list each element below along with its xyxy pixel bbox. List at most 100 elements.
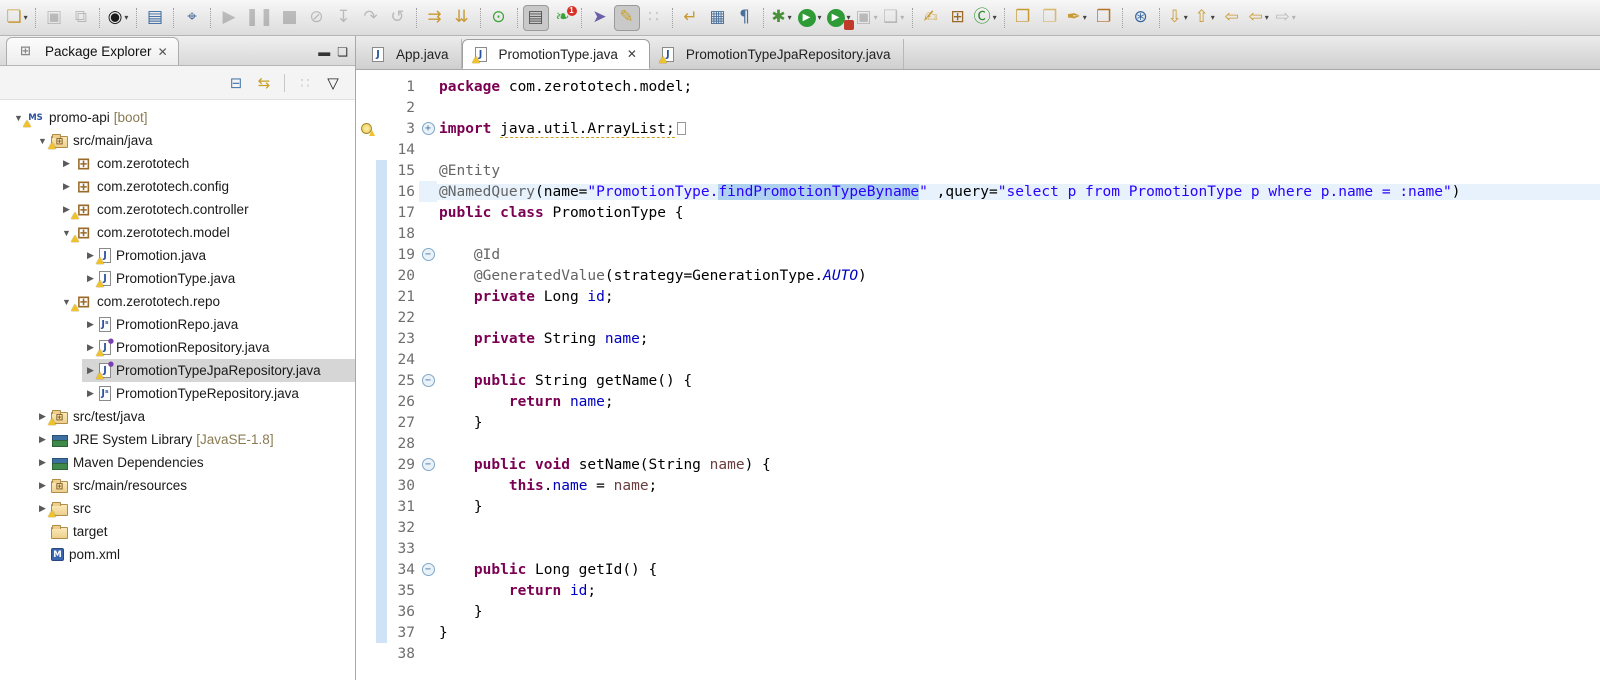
step-into-button[interactable]: ↧ [331, 5, 357, 31]
code-line-28[interactable]: 28 [356, 433, 1600, 454]
tree-item-promotiontypejparepository-java[interactable]: ▶JPromotionTypeJpaRepository.java [0, 359, 355, 382]
tree-item-pom-xml[interactable]: Mpom.xml [0, 543, 355, 566]
code-line-31[interactable]: 31 } [356, 496, 1600, 517]
editor-tab-promotiontype-java[interactable]: J PromotionType.java ✕ [461, 39, 650, 69]
debug-button[interactable]: ✱ ▾ [769, 5, 795, 31]
tree-item-com-zerototech-controller[interactable]: ▶ ⊞ com.zerototech.controller [0, 198, 355, 221]
smart-insert-button[interactable]: ∷ [641, 5, 667, 31]
code-line-25[interactable]: 25− public String getName() { [356, 370, 1600, 391]
code-line-29[interactable]: 29− public void setName(String name) { [356, 454, 1600, 475]
editor-tab-promotiontypejparepository-java[interactable]: J PromotionTypeJpaRepository.java [650, 39, 904, 69]
fold-collapse-icon[interactable]: − [421, 248, 435, 261]
code-line-30[interactable]: 30 this.name = name; [356, 475, 1600, 496]
back-button[interactable]: ⇦ ▾ [1246, 5, 1272, 31]
code-line-26[interactable]: 26 return name; [356, 391, 1600, 412]
disconnect-button[interactable]: ⊘ [304, 5, 330, 31]
spring-insight-button[interactable]: ❧ 1 [550, 5, 577, 31]
tree-item-promotion-java[interactable]: ▶ J Promotion.java [0, 244, 355, 267]
code-line-17[interactable]: 17 public class PromotionType { [356, 202, 1600, 223]
code-line-19[interactable]: 19− @Id [356, 244, 1600, 265]
code-line-2[interactable]: 2 [356, 97, 1600, 118]
annotation-pen-button[interactable]: ✒ ▾ [1064, 5, 1090, 31]
new-package-button[interactable]: ⊞ [945, 5, 971, 31]
terminate-button[interactable]: ■ [277, 5, 303, 31]
show-whitespace-button[interactable]: ¶ [732, 5, 758, 31]
code-line-36[interactable]: 36 } [356, 601, 1600, 622]
open-terminal-button[interactable]: ▤ [142, 5, 168, 31]
open-resource-button[interactable]: ❐ [1037, 5, 1063, 31]
open-type-button[interactable]: ❐ [1010, 5, 1036, 31]
tree-item-com-zerototech-repo[interactable]: ▼ ⊞ com.zerototech.repo [0, 290, 355, 313]
maximize-view-button[interactable]: ❏ [337, 45, 348, 59]
code-line-24[interactable]: 24 [356, 349, 1600, 370]
pin-editor-button[interactable]: ⌖ [179, 5, 205, 31]
code-line-27[interactable]: 27 } [356, 412, 1600, 433]
code-line-33[interactable]: 33 [356, 538, 1600, 559]
fold-collapse-icon[interactable]: − [421, 374, 435, 387]
code-line-14[interactable]: 14 [356, 139, 1600, 160]
view-menu-button[interactable]: ▽ [321, 71, 345, 95]
fold-collapse-icon[interactable]: − [421, 563, 435, 576]
package-explorer-view-tab[interactable]: ⊞ Package Explorer ✕ [6, 37, 179, 65]
new-java-element-button[interactable]: ✍ [918, 5, 944, 31]
new-wizard-button[interactable]: ❏ ▾ [4, 5, 30, 31]
toggle-line-numbers-button[interactable]: ▤ [522, 4, 549, 31]
code-line-21[interactable]: 21 private Long id; [356, 286, 1600, 307]
open-console-button[interactable]: ↵ [678, 5, 704, 31]
code-editor[interactable]: 1 package com.zerototech.model; 2 3 + import … [356, 70, 1600, 680]
tree-item-src-main-resources[interactable]: ▶ ⊞ src/main/resources [0, 474, 355, 497]
highlighter-button[interactable]: ✎ [613, 4, 640, 31]
editor-tab-app-java[interactable]: J App.java [360, 39, 462, 69]
tree-item-jre-system-library[interactable]: ▶ JRE System Library [JavaSE-1.8] [0, 428, 355, 451]
fold-expand-icon[interactable]: + [421, 122, 435, 135]
search-button[interactable]: ❐ [1091, 5, 1117, 31]
tree-item-promotiontype-java[interactable]: ▶ J PromotionType.java [0, 267, 355, 290]
code-line-32[interactable]: 32 [356, 517, 1600, 538]
save-all-button[interactable]: ⧉ [68, 5, 94, 31]
minimize-view-button[interactable]: ▬ [318, 45, 330, 59]
code-line-15[interactable]: 15 @Entity [356, 160, 1600, 181]
spring-boot-dashboard-button[interactable]: ⊙ [486, 5, 512, 31]
code-line-1[interactable]: 1 package com.zerototech.model; [356, 76, 1600, 97]
new-class-button[interactable]: Ⓒ ▾ [972, 5, 999, 31]
block-selection-button[interactable]: ▦ [705, 5, 731, 31]
last-edit-location-button[interactable]: ⇦ [1219, 5, 1245, 31]
web-browser-button[interactable]: ⊛ [1128, 5, 1154, 31]
code-line-34[interactable]: 34− public Long getId() { [356, 559, 1600, 580]
tree-item-com-zerototech-model[interactable]: ▼ ⊞ com.zerototech.model [0, 221, 355, 244]
code-line-22[interactable]: 22 [356, 307, 1600, 328]
tree-item-promotionrepository-java[interactable]: ▶JPromotionRepository.java [0, 336, 355, 359]
coverage-button[interactable]: ▶​▾ [825, 5, 854, 31]
tree-item-promotiontyperepository-java[interactable]: ▶ Jˢ PromotionTypeRepository.java [0, 382, 355, 405]
tree-item-src[interactable]: ▶ src [0, 497, 355, 520]
code-line-20[interactable]: 20 @GeneratedValue(strategy=GenerationTy… [356, 265, 1600, 286]
code-line-35[interactable]: 35 return id; [356, 580, 1600, 601]
fold-collapse-icon[interactable]: − [421, 458, 435, 471]
select-tool-button[interactable]: ➤ [587, 5, 613, 31]
tree-item-maven-dependencies[interactable]: ▶ Maven Dependencies [0, 451, 355, 474]
focus-on-active-task-button[interactable]: ∷ [293, 71, 317, 95]
run-button[interactable]: ▶ ▾ [796, 5, 824, 31]
step-return-button[interactable]: ↺ [385, 5, 411, 31]
code-line-37[interactable]: 37} [356, 622, 1600, 643]
format-tool-button[interactable]: ⇉ [422, 5, 448, 31]
tree-item-src-test-java[interactable]: ▶ ⊞ src/test/java [0, 405, 355, 428]
save-button[interactable]: ▣ [41, 5, 67, 31]
link-with-editor-button[interactable]: ⇆ [252, 71, 276, 95]
tree-item-com-zerototech-config[interactable]: ▶ ⊞ com.zerototech.config [0, 175, 355, 198]
user-account-button[interactable]: ◉ ▾ [105, 5, 131, 31]
tree-item-promotionrepo-java[interactable]: ▶ Jˢ PromotionRepo.java [0, 313, 355, 336]
tree-item-target[interactable]: target [0, 520, 355, 543]
code-line-3[interactable]: 3 + import java.util.ArrayList; [356, 118, 1600, 139]
code-line-18[interactable]: 18 [356, 223, 1600, 244]
code-line-16[interactable]: 16 @NamedQuery(name="PromotionType.findPr… [356, 181, 1600, 202]
tree-item-promo-api[interactable]: ▼ MS promo-api [boot] [0, 106, 355, 129]
previous-annotation-button[interactable]: ⇧ ▾ [1192, 5, 1218, 31]
suspend-button[interactable]: ❚❚ [243, 5, 276, 31]
code-line-38[interactable]: 38 [356, 643, 1600, 664]
step-over-button[interactable]: ↷ [358, 5, 384, 31]
sort-members-button[interactable]: ⇊ [449, 5, 475, 31]
external-tools-button[interactable]: ❑ ▾ [881, 5, 907, 31]
next-annotation-button[interactable]: ⇩ ▾ [1165, 5, 1191, 31]
close-view-icon[interactable]: ✕ [158, 45, 168, 59]
